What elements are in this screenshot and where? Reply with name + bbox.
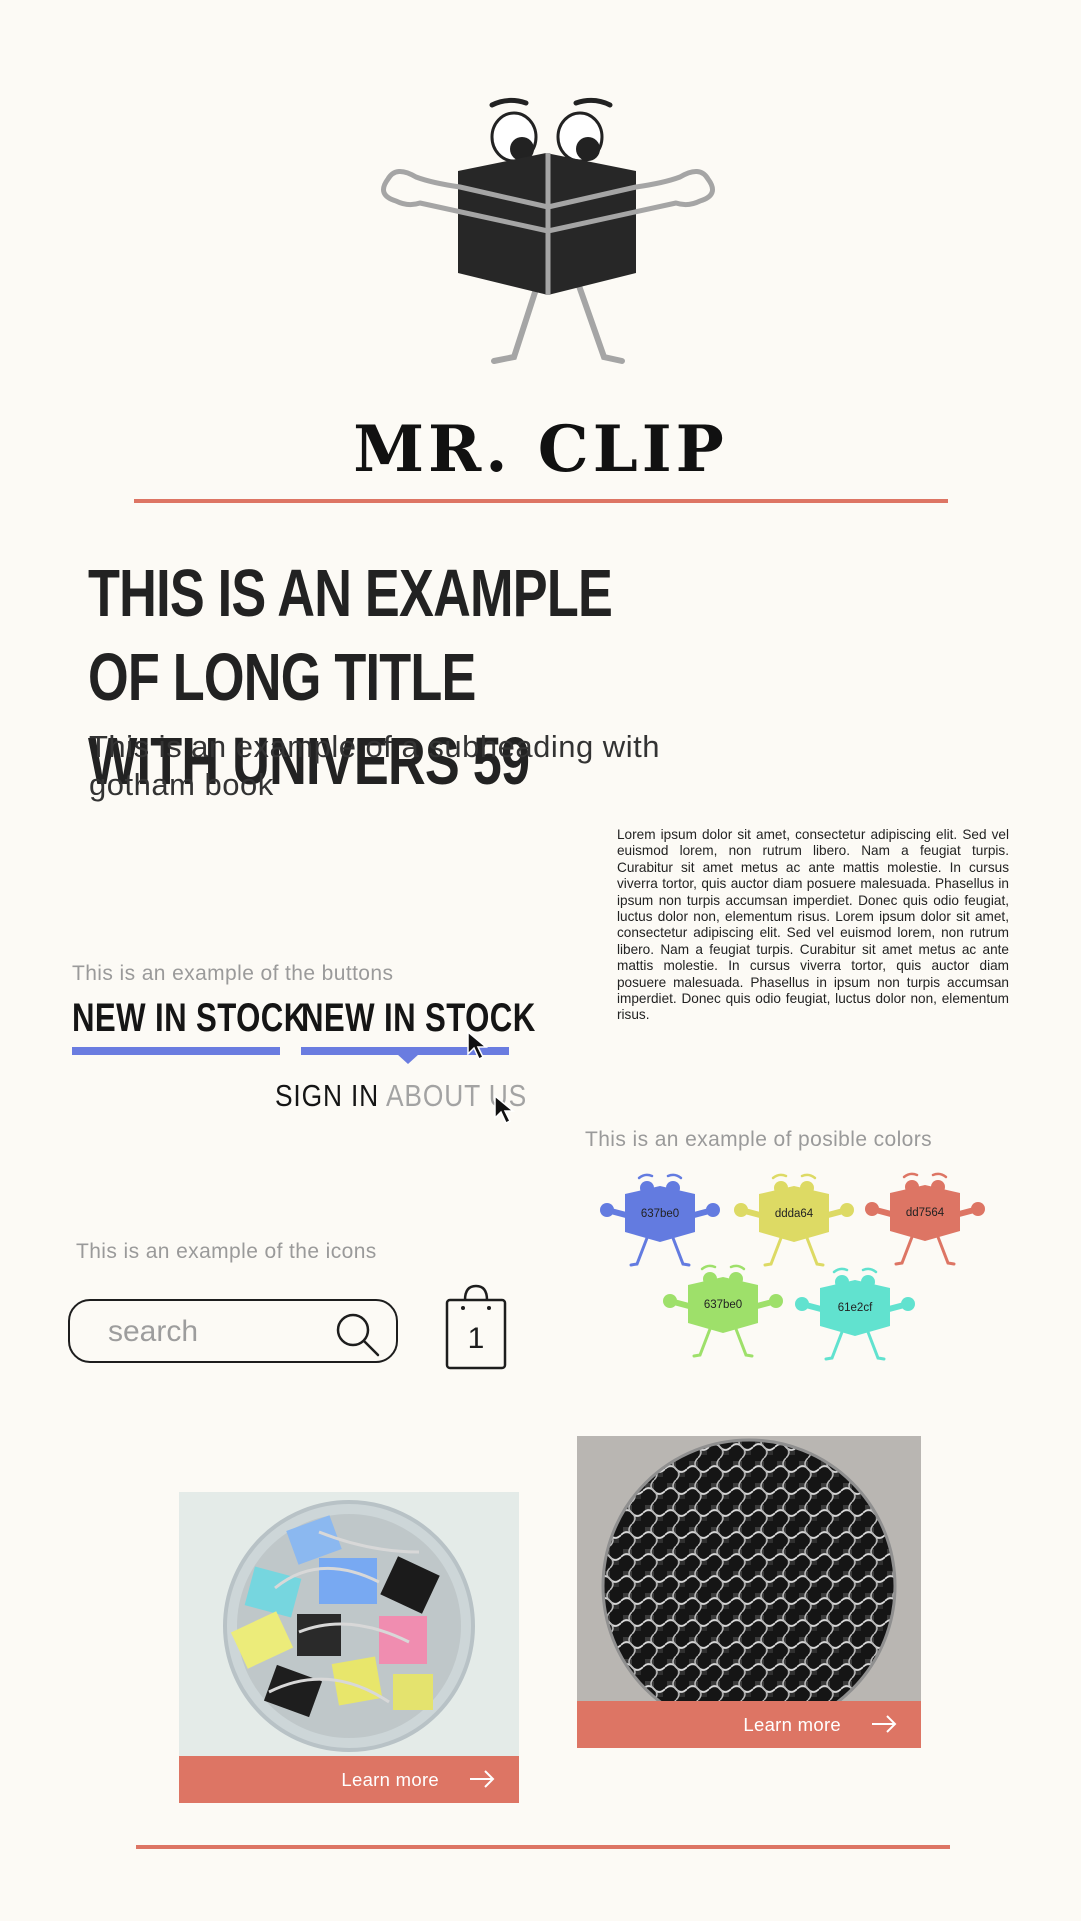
icons-caption: This is an example of the icons [76,1240,377,1263]
product-card: Learn more [577,1436,921,1748]
color-hex-label: dd7564 [905,1207,945,1219]
search-icon[interactable] [334,1311,382,1359]
arrow-right-icon [872,1715,897,1733]
brand-title: MR. CLIP [353,412,728,487]
sign-in-link[interactable]: SIGN IN [275,1078,379,1114]
mr-clip-mascot-logo [381,97,715,364]
active-indicator-icon [397,1054,419,1064]
shopping-bag-button[interactable]: 1 [445,1280,507,1370]
colors-caption: This is an example of posible colors [585,1128,933,1151]
binder-clips-bowl-photo [179,1492,519,1756]
learn-more-label: Learn more [341,1769,439,1790]
search-box[interactable] [68,1299,398,1363]
pointer-cursor-icon [467,1030,489,1061]
button-underline [72,1047,280,1055]
new-in-stock-button[interactable]: NEW IN STOCK [72,996,307,1041]
color-hex-label: 637be0 [640,1208,680,1220]
color-hex-label: ddda64 [774,1208,814,1220]
binder-clip-sphere-photo [577,1436,921,1702]
color-hex-label: 61e2cf [837,1302,873,1314]
color-hex-label: 637be0 [703,1299,743,1311]
buttons-caption: This is an example of the buttons [72,962,394,985]
color-swatch: 61e2cf [790,1262,920,1382]
product-card: Learn more [179,1492,519,1803]
subheading: This is an example of a subheading with … [89,729,660,802]
header-divider [134,499,948,503]
pointer-cursor-icon [494,1094,516,1125]
search-input[interactable] [106,1311,330,1353]
body-paragraph: Lorem ipsum dolor sit amet, consectetur … [617,827,1009,1023]
learn-more-button[interactable]: Learn more [179,1756,519,1803]
color-swatch: 637be0 [658,1259,788,1379]
footer-divider [136,1845,950,1849]
learn-more-label: Learn more [743,1714,841,1735]
cart-count: 1 [467,1322,485,1355]
arrow-right-icon [470,1770,495,1788]
learn-more-button[interactable]: Learn more [577,1701,921,1748]
new-in-stock-button-hover[interactable]: NEW IN STOCK [301,996,536,1041]
